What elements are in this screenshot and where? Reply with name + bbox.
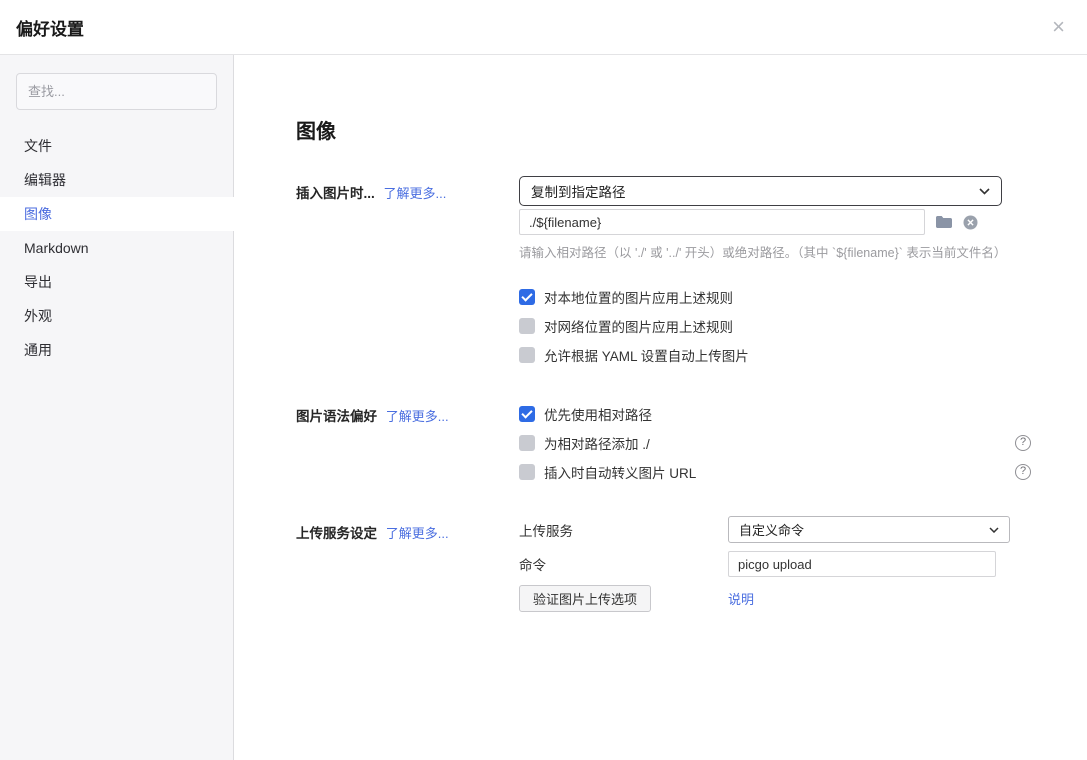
validate-row: 验证图片上传选项 说明 bbox=[519, 585, 1031, 612]
validate-upload-button[interactable]: 验证图片上传选项 bbox=[519, 585, 651, 612]
sidebar: 文件 编辑器 图像 Markdown 导出 外观 通用 bbox=[0, 55, 234, 760]
insert-section-header: 插入图片时... 了解更多... bbox=[296, 176, 519, 369]
add-dot-slash-checkbox[interactable] bbox=[519, 435, 535, 451]
image-action-select-value: 复制到指定路径 bbox=[531, 181, 626, 201]
apply-web-images-label: 对网络位置的图片应用上述规则 bbox=[544, 316, 733, 336]
window-title: 偏好设置 bbox=[16, 15, 84, 40]
yaml-upload-row: 允许根据 YAML 设置自动上传图片 bbox=[519, 340, 1031, 369]
copy-path-input[interactable] bbox=[519, 209, 925, 235]
help-icon[interactable]: ? bbox=[1015, 435, 1031, 451]
prefer-relative-path-checkbox[interactable] bbox=[519, 406, 535, 422]
path-help-text: 请输入相对路径（以 './' 或 '../' 开头）或绝对路径。（其中 `${f… bbox=[519, 242, 1031, 261]
apply-local-images-label: 对本地位置的图片应用上述规则 bbox=[544, 287, 733, 307]
search-input[interactable] bbox=[16, 73, 217, 110]
upload-section-body: 上传服务 自定义命令 命令 验证图 bbox=[519, 516, 1031, 620]
command-row: 命令 bbox=[519, 551, 1031, 577]
upload-section-label: 上传服务设定 bbox=[296, 526, 377, 541]
upload-section-header: 上传服务设定 了解更多... bbox=[296, 516, 519, 620]
prefer-relative-path-row: 优先使用相对路径 bbox=[519, 399, 1031, 428]
apply-web-images-row: 对网络位置的图片应用上述规则 bbox=[519, 311, 1031, 340]
folder-icon[interactable] bbox=[935, 215, 953, 229]
sidebar-item-markdown[interactable]: Markdown bbox=[0, 231, 233, 265]
sidebar-item-appearance[interactable]: 外观 bbox=[0, 299, 233, 333]
prefer-relative-path-label: 优先使用相对路径 bbox=[544, 404, 652, 424]
apply-local-images-row: 对本地位置的图片应用上述规则 bbox=[519, 282, 1031, 311]
add-dot-slash-label: 为相对路径添加 ./ bbox=[544, 433, 650, 453]
help-icon[interactable]: ? bbox=[1015, 464, 1031, 480]
sidebar-item-file[interactable]: 文件 bbox=[0, 129, 233, 163]
window-body: 文件 编辑器 图像 Markdown 导出 外观 通用 图像 插入图片时... … bbox=[0, 55, 1087, 760]
page-title: 图像 bbox=[296, 115, 1037, 144]
preferences-window: 偏好设置 × 文件 编辑器 图像 Markdown 导出 外观 通用 图像 插入… bbox=[0, 0, 1087, 760]
clear-icon[interactable] bbox=[963, 215, 978, 230]
upload-service-select-value: 自定义命令 bbox=[739, 520, 804, 539]
sidebar-nav: 文件 编辑器 图像 Markdown 导出 外观 通用 bbox=[0, 129, 233, 367]
apply-local-images-checkbox[interactable] bbox=[519, 289, 535, 305]
chevron-down-icon bbox=[989, 527, 999, 533]
validate-cell: 验证图片上传选项 bbox=[519, 585, 728, 612]
insert-learn-more-link[interactable]: 了解更多... bbox=[384, 186, 447, 201]
syntax-section-label: 图片语法偏好 bbox=[296, 409, 377, 424]
sidebar-item-editor[interactable]: 编辑器 bbox=[0, 163, 233, 197]
apply-web-images-checkbox[interactable] bbox=[519, 318, 535, 334]
syntax-learn-more-link[interactable]: 了解更多... bbox=[386, 409, 449, 424]
insert-checkbox-group: 对本地位置的图片应用上述规则 对网络位置的图片应用上述规则 允许根据 YAML … bbox=[519, 282, 1031, 369]
escape-url-label: 插入时自动转义图片 URL bbox=[544, 462, 696, 482]
command-input[interactable] bbox=[728, 551, 996, 577]
yaml-upload-label: 允许根据 YAML 设置自动上传图片 bbox=[544, 345, 749, 365]
image-syntax-section: 图片语法偏好 了解更多... 优先使用相对路径 为相对路径添加 ./ ? bbox=[296, 399, 1037, 486]
syntax-section-body: 优先使用相对路径 为相对路径添加 ./ ? 插入时自动转义图片 URL ? bbox=[519, 399, 1031, 486]
upload-service-label: 上传服务 bbox=[519, 520, 728, 540]
insert-section-body: 复制到指定路径 请输入相对路径（以 './ bbox=[519, 176, 1031, 369]
command-label: 命令 bbox=[519, 554, 728, 574]
upload-help-link[interactable]: 说明 bbox=[728, 589, 754, 608]
main-content: 图像 插入图片时... 了解更多... 复制到指定路径 bbox=[234, 55, 1087, 760]
close-icon[interactable]: × bbox=[1046, 14, 1071, 40]
upload-learn-more-link[interactable]: 了解更多... bbox=[386, 526, 449, 541]
insert-section-label: 插入图片时... bbox=[296, 186, 375, 201]
image-action-select[interactable]: 复制到指定路径 bbox=[519, 176, 1002, 206]
sidebar-item-export[interactable]: 导出 bbox=[0, 265, 233, 299]
upload-service-row: 上传服务 自定义命令 bbox=[519, 516, 1031, 543]
escape-url-checkbox[interactable] bbox=[519, 464, 535, 480]
sidebar-item-image[interactable]: 图像 bbox=[0, 197, 234, 231]
upload-service-select[interactable]: 自定义命令 bbox=[728, 516, 1010, 543]
syntax-section-header: 图片语法偏好 了解更多... bbox=[296, 399, 519, 486]
yaml-upload-checkbox[interactable] bbox=[519, 347, 535, 363]
add-dot-slash-row: 为相对路径添加 ./ ? bbox=[519, 428, 1031, 457]
insert-image-section: 插入图片时... 了解更多... 复制到指定路径 bbox=[296, 176, 1037, 369]
escape-url-row: 插入时自动转义图片 URL ? bbox=[519, 457, 1031, 486]
sidebar-item-general[interactable]: 通用 bbox=[0, 333, 233, 367]
upload-service-section: 上传服务设定 了解更多... 上传服务 自定义命令 命令 bbox=[296, 516, 1037, 620]
titlebar: 偏好设置 × bbox=[0, 0, 1087, 55]
copy-path-row bbox=[519, 209, 1031, 235]
chevron-down-icon bbox=[979, 188, 990, 195]
